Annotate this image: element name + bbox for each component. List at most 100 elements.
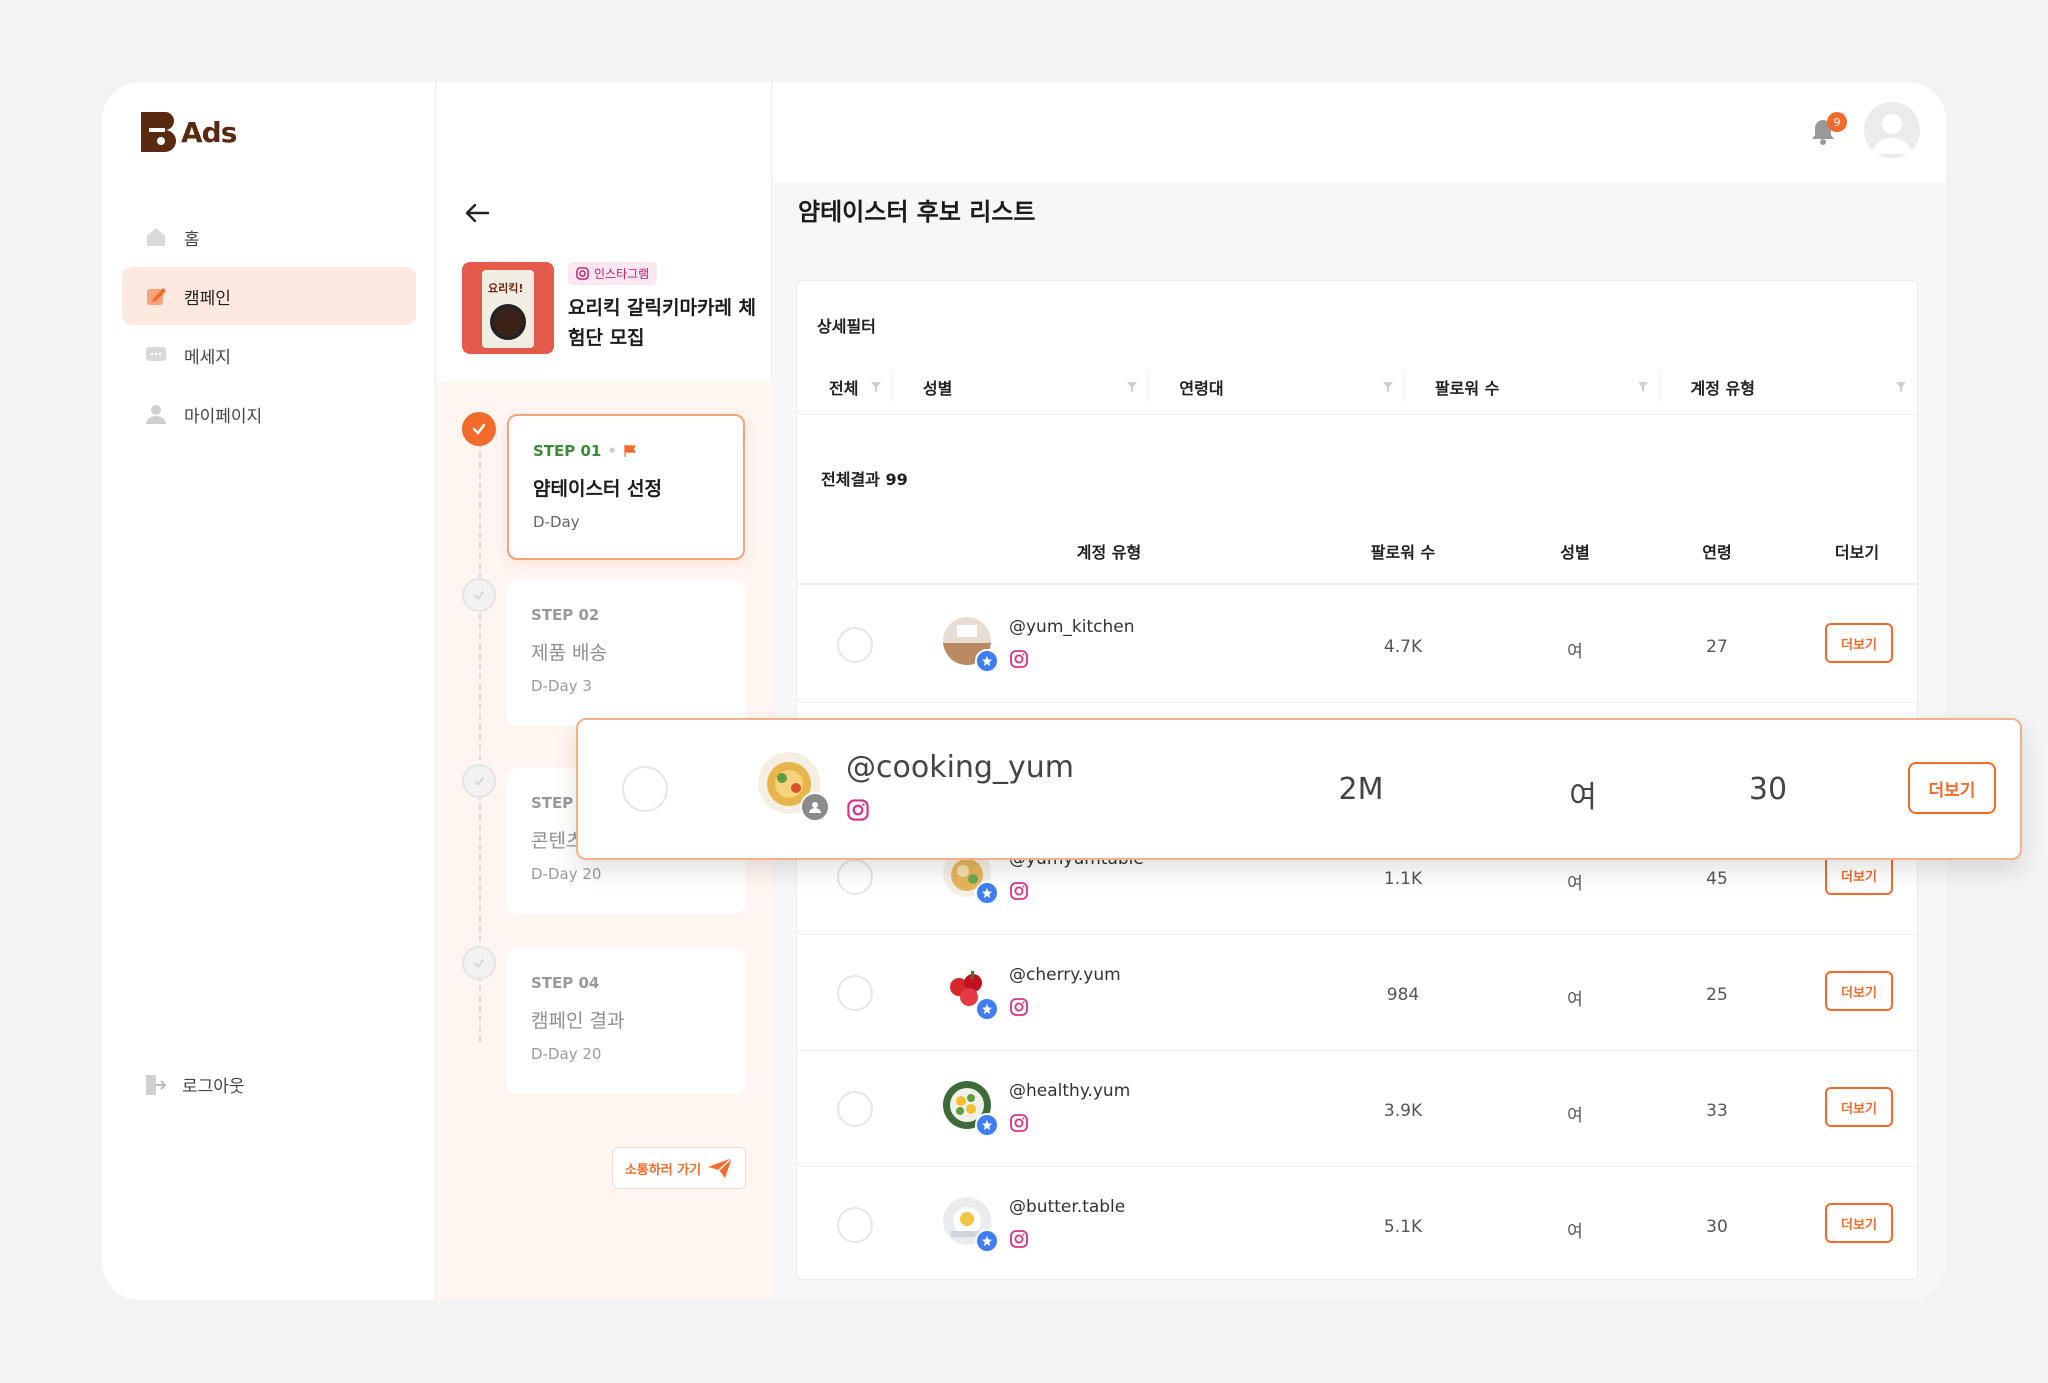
gender-value: 여 (1567, 1222, 1583, 1242)
platform-label: 인스타그램 (594, 267, 650, 281)
gender-value: 여 (1567, 874, 1583, 894)
verified-star-icon (975, 881, 999, 905)
filter-bar: 전체 성별 연령대 팔로워 수 계정 유형 (797, 359, 1917, 415)
sidebar-item-home[interactable]: 홈 (122, 208, 416, 266)
sidebar-item-campaign[interactable]: 캠페인 (122, 267, 416, 325)
instagram-icon (576, 267, 589, 280)
verified-star-icon (975, 649, 999, 673)
filter-age[interactable]: 연령대 (1149, 371, 1405, 402)
step-day: D-Day 3 (531, 677, 592, 695)
column-header[interactable]: 연령 (1702, 539, 1731, 563)
paper-plane-icon (708, 1157, 733, 1178)
table-row: @cherry.yum 984 여 25 더보기 (797, 935, 1917, 1051)
filter-label: 연령대 (1179, 378, 1224, 398)
filter-label: 성별 (922, 378, 953, 398)
brand-mark-icon (141, 112, 176, 152)
home-icon (144, 225, 168, 249)
gender-value: 여 (1567, 990, 1583, 1010)
account-handle[interactable]: @yum_kitchen (1009, 617, 1134, 637)
filter-followers[interactable]: 팔로워 수 (1405, 371, 1661, 402)
account-handle[interactable]: @cooking_yum (846, 750, 1074, 785)
gender-value: 여 (1567, 642, 1583, 662)
followers-count: 2M (1338, 772, 1384, 807)
account-handle[interactable]: @healthy.yum (1009, 1081, 1130, 1101)
user-avatar[interactable] (1864, 102, 1920, 158)
step-check-icon (462, 764, 496, 798)
sidebar-item-label: 메세지 (184, 347, 231, 368)
sidebar: Ads 홈 캠페인 메세지 마이페이지 로그아웃 (102, 82, 436, 1300)
filter-funnel-icon (1896, 381, 1907, 392)
more-button[interactable]: 더보기 (1825, 623, 1893, 663)
logout-button[interactable]: 로그아웃 (144, 1072, 245, 1097)
age-value: 30 (1706, 1217, 1728, 1237)
more-button[interactable]: 더보기 (1908, 762, 1996, 814)
more-button[interactable]: 더보기 (1825, 1203, 1893, 1243)
step-card-2[interactable]: STEP 02 제품 배송 D-Day 3 (507, 580, 745, 726)
step-check-icon (462, 946, 496, 980)
back-arrow-icon[interactable] (462, 198, 492, 228)
campaign-header: 요리킥! 인스타그램 요리킥 갈릭키마카레 체험단 모집 (462, 262, 758, 354)
sidebar-item-mypage[interactable]: 마이페이지 (122, 385, 416, 443)
campaign-title: 요리킥 갈릭키마카레 체험단 모집 (568, 297, 757, 349)
notification-badge: 9 (1827, 112, 1847, 132)
platform-badge: 인스타그램 (568, 262, 658, 285)
row-select-checkbox[interactable] (837, 1207, 873, 1243)
filter-label: 전체 (829, 378, 859, 398)
campaign-thumbnail: 요리킥! (462, 262, 554, 354)
row-select-checkbox[interactable] (837, 975, 873, 1011)
account-handle[interactable]: @cherry.yum (1009, 965, 1121, 985)
page-title: 얌테이스터 후보 리스트 (798, 198, 1036, 226)
step-card-1[interactable]: STEP 01 • 얌테이스터 선정 D-Day (507, 414, 745, 560)
filter-account-type[interactable]: 계정 유형 (1660, 371, 1917, 402)
filter-gender[interactable]: 성별 (893, 371, 1150, 402)
top-bar: 9 (772, 82, 1946, 182)
step-number: STEP 01 (533, 442, 602, 460)
age-value: 27 (1706, 637, 1728, 657)
filter-funnel-icon (1382, 381, 1393, 392)
filter-funnel-icon (1638, 381, 1649, 392)
step-title: 얌테이스터 선정 (533, 478, 662, 500)
instagram-icon (1010, 1230, 1028, 1248)
step-day: D-Day (533, 513, 580, 531)
followers-count: 1.1K (1383, 869, 1423, 889)
filter-label: 팔로워 수 (1434, 378, 1500, 398)
row-select-checkbox[interactable] (837, 1091, 873, 1127)
verified-star-icon (975, 1113, 999, 1137)
account-handle[interactable]: @butter.table (1009, 1197, 1125, 1217)
followers-count: 4.7K (1383, 637, 1423, 657)
go-chat-button[interactable]: 소통하러 가기 (612, 1147, 746, 1189)
instagram-icon (847, 799, 869, 821)
sidebar-nav: 홈 캠페인 메세지 마이페이지 (122, 208, 416, 444)
filter-all[interactable]: 전체 (797, 371, 893, 402)
age-value: 33 (1706, 1101, 1728, 1121)
age-value: 45 (1706, 869, 1728, 889)
age-value: 25 (1706, 985, 1728, 1005)
step-day: D-Day 20 (531, 865, 602, 883)
step-card-4[interactable]: STEP 04 캠페인 결과 D-Day 20 (507, 948, 745, 1094)
more-button[interactable]: 더보기 (1825, 855, 1893, 895)
more-button[interactable]: 더보기 (1825, 971, 1893, 1011)
step-title: 캠페인 결과 (531, 1010, 625, 1032)
column-header[interactable]: 팔로워 수 (1371, 539, 1435, 563)
instagram-icon (1010, 998, 1028, 1016)
step-number: STEP 04 (531, 974, 600, 992)
table-row: @healthy.yum 3.9K 여 33 더보기 (797, 1051, 1917, 1167)
followers-count: 5.1K (1383, 1217, 1423, 1237)
age-value: 30 (1748, 772, 1788, 807)
thumbnail-product-text: 요리킥! (488, 282, 524, 295)
step-title: 제품 배송 (531, 642, 607, 664)
column-header[interactable]: 계정 유형 (1077, 539, 1141, 563)
filter-title: 상세필터 (817, 317, 876, 336)
sidebar-item-label: 홈 (184, 229, 200, 250)
row-select-checkbox[interactable] (837, 859, 873, 895)
instagram-icon (1010, 882, 1028, 900)
more-button[interactable]: 더보기 (1825, 1087, 1893, 1127)
followers-count: 984 (1386, 985, 1420, 1005)
brand-logo[interactable]: Ads (139, 110, 237, 154)
sidebar-item-message[interactable]: 메세지 (122, 326, 416, 384)
row-select-checkbox[interactable] (837, 627, 873, 663)
gender-value: 여 (1569, 780, 1597, 815)
row-select-checkbox[interactable] (622, 766, 668, 812)
table-header: 계정 유형 팔로워 수 성별 연령 더보기 (797, 511, 1917, 585)
column-header[interactable]: 성별 (1560, 539, 1589, 563)
